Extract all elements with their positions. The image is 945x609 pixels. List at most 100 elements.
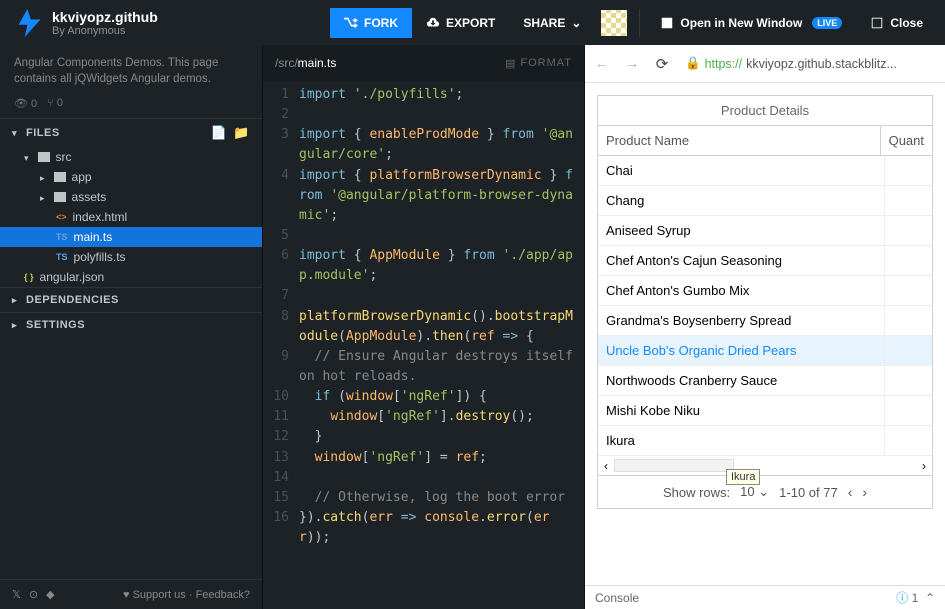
close-label: Close bbox=[890, 16, 923, 30]
cell-product-name: Mishi Kobe Niku bbox=[598, 396, 884, 425]
share-button[interactable]: SHARE ⌄ bbox=[509, 8, 595, 38]
table-row[interactable]: Chef Anton's Gumbo Mix bbox=[598, 276, 932, 306]
export-button[interactable]: EXPORT bbox=[412, 8, 509, 38]
project-stats: 👁 0 ⑂ 0 bbox=[0, 97, 262, 118]
reload-button[interactable]: ⟳ bbox=[651, 53, 673, 75]
avatar[interactable] bbox=[601, 10, 627, 36]
code-editor[interactable]: 1import './polyfills'; 2 3import { enabl… bbox=[263, 81, 584, 609]
views-stat: 👁 0 bbox=[14, 97, 37, 110]
pager-show-label: Show rows: bbox=[663, 485, 730, 500]
tree-file-angular-json[interactable]: { }angular.json bbox=[0, 267, 262, 287]
github-icon[interactable]: ⊙ bbox=[29, 588, 38, 601]
chevron-down-icon: ⌄ bbox=[571, 16, 581, 30]
table-row[interactable]: Aniseed Syrup bbox=[598, 216, 932, 246]
sidebar: Angular Components Demos. This page cont… bbox=[0, 45, 262, 609]
pager-next-button[interactable]: › bbox=[862, 484, 867, 500]
scroll-right-icon[interactable]: › bbox=[922, 459, 926, 473]
cell-product-name: Aniseed Syrup bbox=[598, 216, 884, 245]
preview-body: Product Details Product Name Quant ChaiC… bbox=[585, 83, 945, 585]
cell-product-name: Chang bbox=[598, 186, 884, 215]
external-window-icon bbox=[660, 16, 674, 30]
tooltip: Ikura bbox=[726, 469, 760, 485]
scrollbar-track[interactable] bbox=[614, 459, 734, 472]
preview-panel: ← → ⟳ 🔒 https://kkviyopz.github.stackbli… bbox=[584, 45, 945, 609]
format-button[interactable]: FORMAT bbox=[520, 57, 572, 69]
chevron-right-icon bbox=[12, 294, 20, 306]
folder-icon bbox=[54, 172, 66, 182]
col-product-name[interactable]: Product Name bbox=[598, 126, 881, 155]
top-bar: kkviyopz.github By Anonymous FORK EXPORT… bbox=[0, 0, 945, 45]
files-label: FILES bbox=[26, 127, 60, 139]
tree-folder-app[interactable]: app bbox=[0, 167, 262, 187]
tree-file-main[interactable]: TSmain.ts bbox=[0, 227, 262, 247]
nav-back-button[interactable]: ← bbox=[591, 53, 613, 75]
new-file-icon[interactable]: 📄 bbox=[211, 125, 228, 141]
cell-quantity bbox=[884, 276, 932, 305]
scroll-left-icon[interactable]: ‹ bbox=[604, 459, 608, 473]
sidebar-footer: 𝕏 ⊙ ◆ ♥ Support us · Feedback? bbox=[0, 579, 262, 609]
table-row[interactable]: Northwoods Cranberry Sauce bbox=[598, 366, 932, 396]
tree-folder-src[interactable]: src bbox=[0, 147, 262, 167]
cell-quantity bbox=[884, 396, 932, 425]
tree-file-index[interactable]: <>index.html bbox=[0, 207, 262, 227]
share-label: SHARE bbox=[523, 16, 565, 30]
col-quantity[interactable]: Quant bbox=[881, 126, 932, 155]
dependencies-section-header[interactable]: DEPENDENCIES bbox=[0, 287, 262, 312]
address-bar: ← → ⟳ 🔒 https://kkviyopz.github.stackbli… bbox=[585, 45, 945, 83]
url-input[interactable]: 🔒 https://kkviyopz.github.stackblitz... bbox=[681, 52, 939, 75]
table-row[interactable]: Uncle Bob's Organic Dried Pears bbox=[598, 336, 932, 366]
chevron-right-icon bbox=[12, 319, 20, 331]
feedback-link[interactable]: Feedback? bbox=[196, 589, 250, 601]
chevron-up-icon[interactable]: ⌃ bbox=[925, 591, 935, 605]
grid-horizontal-scrollbar[interactable]: ‹ › bbox=[598, 456, 932, 476]
format-icon: ▤ bbox=[505, 57, 516, 70]
tree-file-polyfills[interactable]: TSpolyfills.ts bbox=[0, 247, 262, 267]
grid-header: Product Name Quant bbox=[598, 126, 932, 156]
cell-quantity bbox=[884, 366, 932, 395]
cloud-download-icon bbox=[426, 16, 440, 30]
fork-button[interactable]: FORK bbox=[330, 8, 412, 38]
table-row[interactable]: Chef Anton's Cajun Seasoning bbox=[598, 246, 932, 276]
chevron-down-icon bbox=[24, 150, 32, 164]
new-folder-icon[interactable]: 📁 bbox=[233, 125, 250, 141]
cell-quantity bbox=[884, 336, 932, 365]
cell-product-name: Northwoods Cranberry Sauce bbox=[598, 366, 884, 395]
main: Angular Components Demos. This page cont… bbox=[0, 45, 945, 609]
grid-body: ChaiChangAniseed SyrupChef Anton's Cajun… bbox=[598, 156, 932, 456]
table-row[interactable]: Grandma's Boysenberry Spread bbox=[598, 306, 932, 336]
fork-label: FORK bbox=[364, 16, 398, 30]
table-row[interactable]: Chang bbox=[598, 186, 932, 216]
folder-icon bbox=[38, 152, 50, 162]
settings-section-header[interactable]: SETTINGS bbox=[0, 312, 262, 337]
nav-forward-button[interactable]: → bbox=[621, 53, 643, 75]
project-description: Angular Components Demos. This page cont… bbox=[0, 45, 262, 97]
pager-prev-button[interactable]: ‹ bbox=[848, 484, 853, 500]
project-info: kkviyopz.github By Anonymous bbox=[52, 9, 158, 37]
lock-icon: 🔒 bbox=[685, 56, 701, 71]
cell-product-name: Grandma's Boysenberry Spread bbox=[598, 306, 884, 335]
table-row[interactable]: Mishi Kobe Niku bbox=[598, 396, 932, 426]
files-section-header[interactable]: FILES 📄 📁 bbox=[0, 118, 262, 147]
cell-quantity bbox=[884, 306, 932, 335]
cell-quantity bbox=[884, 186, 932, 215]
html-file-icon: <> bbox=[56, 212, 67, 222]
divider bbox=[639, 9, 640, 37]
tree-folder-assets[interactable]: assets bbox=[0, 187, 262, 207]
editor-panel: /src/main.ts ▤ FORMAT 1import './polyfil… bbox=[262, 45, 584, 609]
cell-product-name: Chef Anton's Gumbo Mix bbox=[598, 276, 884, 305]
project-subtitle: By Anonymous bbox=[52, 25, 158, 37]
cell-quantity bbox=[884, 246, 932, 275]
forks-stat: ⑂ 0 bbox=[47, 97, 63, 110]
twitter-icon[interactable]: 𝕏 bbox=[12, 588, 21, 601]
table-row[interactable]: Chai bbox=[598, 156, 932, 186]
cell-quantity bbox=[884, 426, 932, 455]
table-row[interactable]: Ikura bbox=[598, 426, 932, 456]
live-badge: LIVE bbox=[812, 17, 842, 29]
page-size-select[interactable]: 10 ⌄ bbox=[740, 484, 769, 500]
breadcrumb: /src/main.ts bbox=[275, 56, 336, 70]
console-bar[interactable]: Console ⓘ 1 ⌃ bbox=[585, 585, 945, 609]
discord-icon[interactable]: ◆ bbox=[46, 588, 54, 601]
close-preview-button[interactable]: Close bbox=[856, 8, 937, 38]
open-new-window-button[interactable]: Open in New Window LIVE bbox=[646, 8, 856, 38]
support-link[interactable]: Support us bbox=[133, 589, 186, 601]
